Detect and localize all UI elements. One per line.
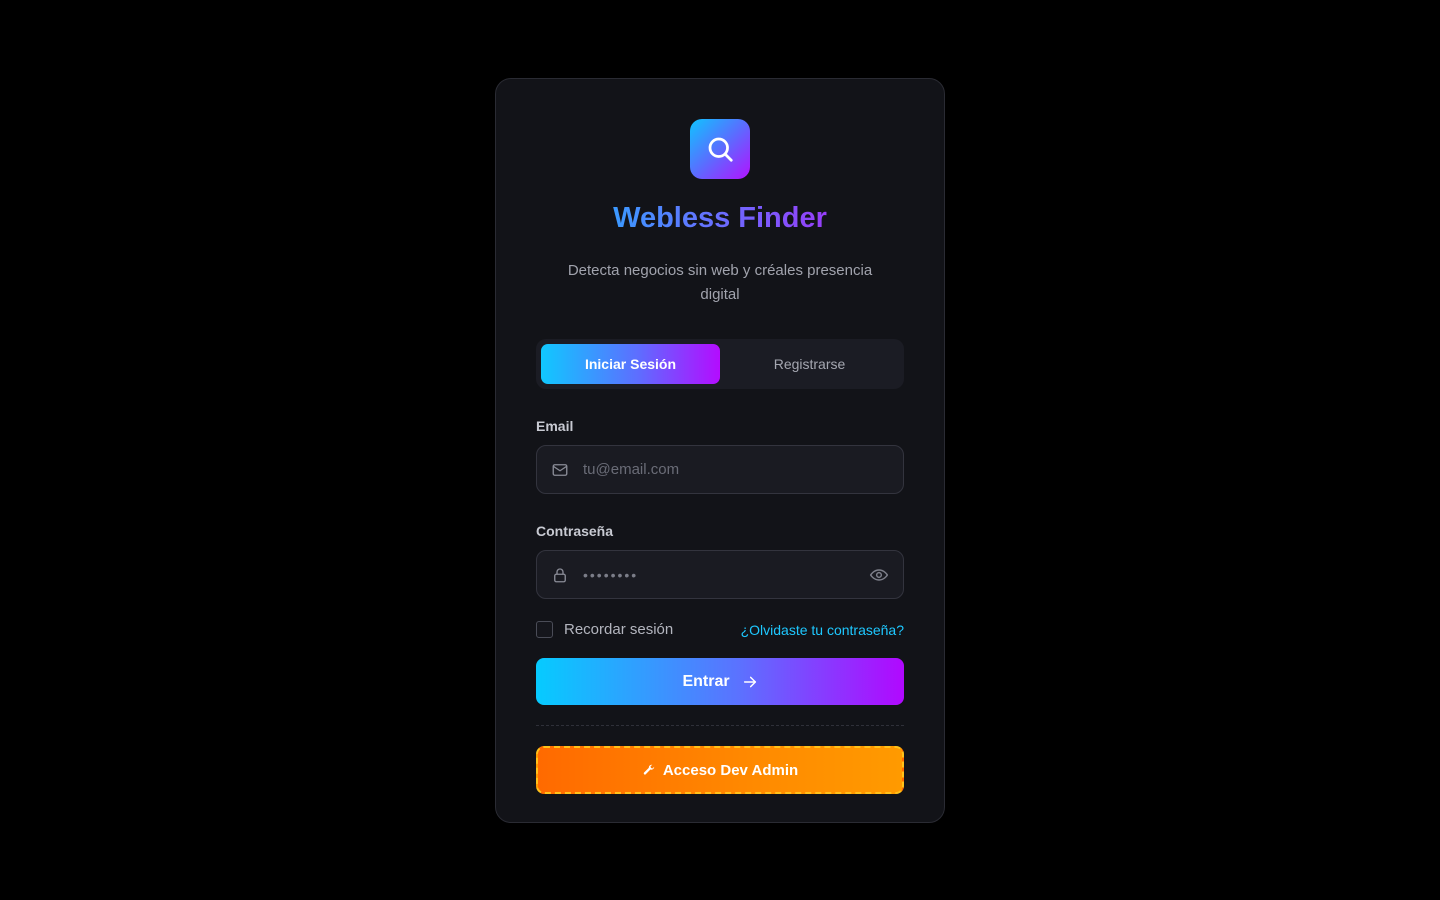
form-options: Recordar sesión ¿Olvidaste tu contraseña… <box>536 621 904 638</box>
password-field[interactable]: •••••••• <box>583 567 869 583</box>
divider <box>536 725 904 726</box>
remember-label: Recordar sesión <box>564 621 674 638</box>
remember-toggle[interactable]: Recordar sesión <box>536 621 673 638</box>
login-card: Webless Finder Detecta negocios sin web … <box>495 78 945 823</box>
login-button[interactable]: Entrar <box>536 658 904 705</box>
auth-tabs: Iniciar Sesión Registrarse <box>536 339 904 389</box>
lock-icon <box>554 567 566 582</box>
login-button-label: Entrar <box>682 672 730 690</box>
app-title: Webless Finder <box>536 199 904 237</box>
forgot-password-link[interactable]: ¿Olvidaste tu contraseña? <box>741 622 904 638</box>
tab-login[interactable]: Iniciar Sesión <box>541 344 720 384</box>
search-icon <box>708 137 733 162</box>
email-field[interactable] <box>583 461 889 478</box>
dev-admin-label: Acceso Dev Admin <box>662 761 799 779</box>
mail-icon <box>552 463 568 476</box>
eye-icon[interactable] <box>869 565 889 585</box>
password-label: Contraseña <box>536 523 614 539</box>
email-field-wrapper <box>536 445 904 494</box>
tab-register[interactable]: Registrarse <box>720 344 899 384</box>
wrench-icon <box>643 764 655 775</box>
dev-admin-button[interactable]: Acceso Dev Admin <box>536 746 904 794</box>
app-subtitle: Detecta negocios sin web y créales prese… <box>567 262 873 303</box>
email-label: Email <box>536 418 574 434</box>
arrow-right-icon <box>743 676 756 687</box>
remember-checkbox[interactable] <box>536 621 553 638</box>
app-logo <box>690 119 750 179</box>
password-field-wrapper: •••••••• <box>536 550 904 599</box>
